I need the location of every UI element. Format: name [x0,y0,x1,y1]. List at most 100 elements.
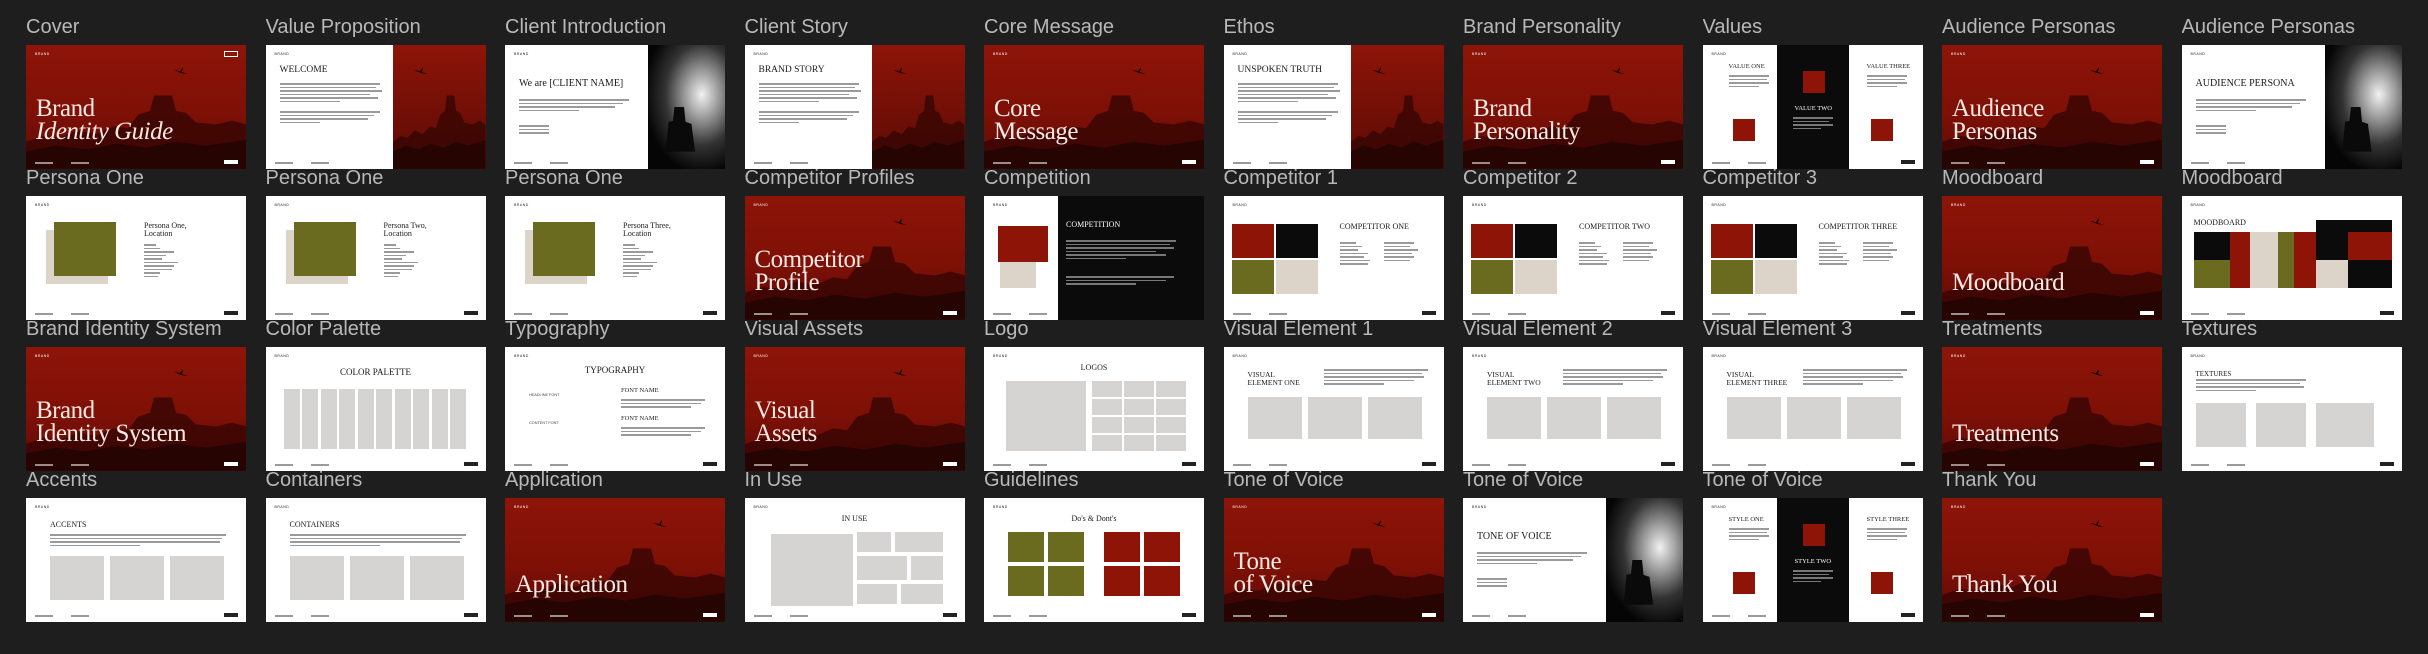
slide-competitor-3[interactable]: BRAND COMPETITOR THREE [1702,196,1923,320]
slide-competition[interactable]: BRAND COMPETITION [984,196,1204,320]
bird-icon [653,520,667,527]
slide-accents[interactable]: BRAND ACCENTS [26,498,246,622]
brand-logo-text: BRAND [1472,203,1487,207]
image-placeholder [1008,566,1044,596]
slide-cell: Persona One BRAND Persona Three, Location [505,167,725,320]
slide-label: Guidelines [984,469,1079,491]
slide-persona-one[interactable]: BRAND Persona One, Location [26,196,246,320]
slide-application[interactable]: BRAND Application [505,498,725,622]
slide-footer [274,464,329,466]
bird-icon [174,67,188,74]
slide-thank-you[interactable]: BRAND Thank You [1942,498,2162,622]
slide-visual-element-1[interactable]: BRAND VISUAL ELEMENT ONE [1223,347,1444,471]
slide-tone-styles[interactable]: BRAND STYLE ONE STYLE TWO STYLE THREE [1702,498,1923,622]
slide-label: Client Story [744,16,848,38]
footer-logo-mark [942,613,957,617]
slide-values[interactable]: BRAND VALUE ONE VALUE TWO VALUE THREE [1702,45,1923,169]
body-text-lines [2195,125,2226,134]
slide-audience-persona[interactable]: BRAND AUDIENCE PERSONA [2181,45,2402,169]
column-title: STYLE ONE [1728,516,1764,523]
slide-visual-assets[interactable]: BRAND Visual Assets [744,347,965,471]
slide-label: Competitor 1 [1223,167,1339,189]
image-placeholder [1124,399,1154,415]
image-placeholder [1104,566,1140,596]
slide-cover[interactable]: BRAND Brand Identity Guide [26,45,246,169]
brand-logo-text: BRAND [514,354,529,358]
slide-footer [1951,313,2005,315]
image-placeholder [376,389,392,449]
slide-typography[interactable]: BRAND TYPOGRAPHY HEADLINE FONT FONT NAME CON… [505,347,725,471]
slide-label: Moodboard [2181,167,2283,189]
slide-cell: Moodboard BRAND Moodboard [1942,167,2162,320]
slide-containers[interactable]: BRAND CONTAINERS [265,498,486,622]
body-text-lines [1866,528,1907,540]
body-text-lines [758,83,861,102]
font-name: FONT NAME [621,387,659,394]
image-placeholder [1870,572,1893,594]
brand-logo-text: BRAND [1951,203,1966,207]
slide-title: AUDIENCE PERSONA [2195,78,2295,89]
slide-competitor-profiles[interactable]: BRAND Competitor Profile [744,196,965,320]
slide-footer [35,313,89,315]
slide-cell: In Use BRAND IN USE [744,469,965,622]
slide-label: Visual Element 1 [1223,318,1374,340]
image-placeholder [1124,381,1154,397]
slide-visual-element-2[interactable]: BRAND VISUAL ELEMENT TWO [1463,347,1683,471]
image-placeholder [1515,260,1557,294]
slide-title: UNSPOKEN TRUTH [1237,65,1323,75]
mountain-silhouette [393,95,486,169]
slide-label: Application [505,469,603,491]
slide-label: Textures [2181,318,2258,340]
image-placeholder [1732,119,1755,141]
slide-label: Visual Assets [744,318,864,340]
slide-logo[interactable]: BRAND LOGOS [984,347,1204,471]
footer-logo-mark [942,311,957,315]
slide-competitor-2[interactable]: BRAND COMPETITOR TWO [1463,196,1683,320]
slide-in-use[interactable]: BRAND IN USE [744,498,965,622]
slide-core-message[interactable]: BRAND Core Message [984,45,1204,169]
slide-moodboard-cover[interactable]: BRAND Moodboard [1942,196,2162,320]
slide-footer [1232,464,1287,466]
body-text-lines [279,83,382,102]
slide-audience-personas-cover[interactable]: BRAND Audience Personas [1942,45,2162,169]
column-title: VALUE THREE [1866,63,1911,70]
slide-footer [35,464,89,466]
image-placeholder [533,222,595,276]
slide-moodboard[interactable]: BRAND MOODBOARD [2181,196,2402,320]
brand-logo-text: BRAND [35,505,50,509]
slide-footer [1472,615,1526,617]
slide-persona-two[interactable]: BRAND Persona Two, Location [265,196,486,320]
brand-logo-text: BRAND [1951,52,1966,56]
brand-logo-text: BRAND [1711,505,1727,509]
slide-client-story[interactable]: BRAND BRAND STORY [744,45,965,169]
slide-tone-of-voice-cover[interactable]: BRAND Tone of Voice [1223,498,1444,622]
image-placeholder [2193,232,2230,260]
footer-logo-mark [1182,613,1196,617]
slide-brand-identity-system[interactable]: BRAND Brand Identity System [26,347,246,471]
brand-logo-text: BRAND [993,505,1008,509]
slide-client-introduction[interactable]: BRAND We are [CLIENT NAME] [505,45,725,169]
slide-value-proposition[interactable]: BRAND WELCOME [265,45,486,169]
slide-tone-of-voice[interactable]: BRAND TONE OF VOICE [1463,498,1683,622]
brand-logo-text: BRAND [753,52,769,56]
image-placeholder [1156,399,1186,415]
slide-textures[interactable]: BRAND TEXTURES [2181,347,2402,471]
slide-guidelines[interactable]: BRAND Do's & Dont's [984,498,1204,622]
slide-cell: Thank You BRAND Thank You [1942,469,2162,622]
hero-title: Application [515,571,628,598]
slide-competitor-1[interactable]: BRAND COMPETITOR ONE [1223,196,1444,320]
image-placeholder [1156,417,1186,433]
slide-persona-three[interactable]: BRAND Persona Three, Location [505,196,725,320]
slide-ethos[interactable]: BRAND UNSPOKEN TRUTH [1223,45,1444,169]
slide-brand-personality[interactable]: BRAND Brand Personality [1463,45,1683,169]
bird-icon [2090,369,2104,376]
slide-cell: Logo BRAND LOGOS [984,318,1204,471]
slide-treatments[interactable]: BRAND Treatments [1942,347,2162,471]
image-placeholder [1048,566,1084,596]
image-placeholder [1092,435,1122,451]
column-title: STYLE TWO [1794,558,1832,565]
slide-color-palette[interactable]: BRAND COLOR PALETTE [265,347,486,471]
brand-logo-text: BRAND [1472,52,1487,56]
body-text-lines [1728,528,1769,540]
slide-visual-element-3[interactable]: BRAND VISUAL ELEMENT THREE [1702,347,1923,471]
